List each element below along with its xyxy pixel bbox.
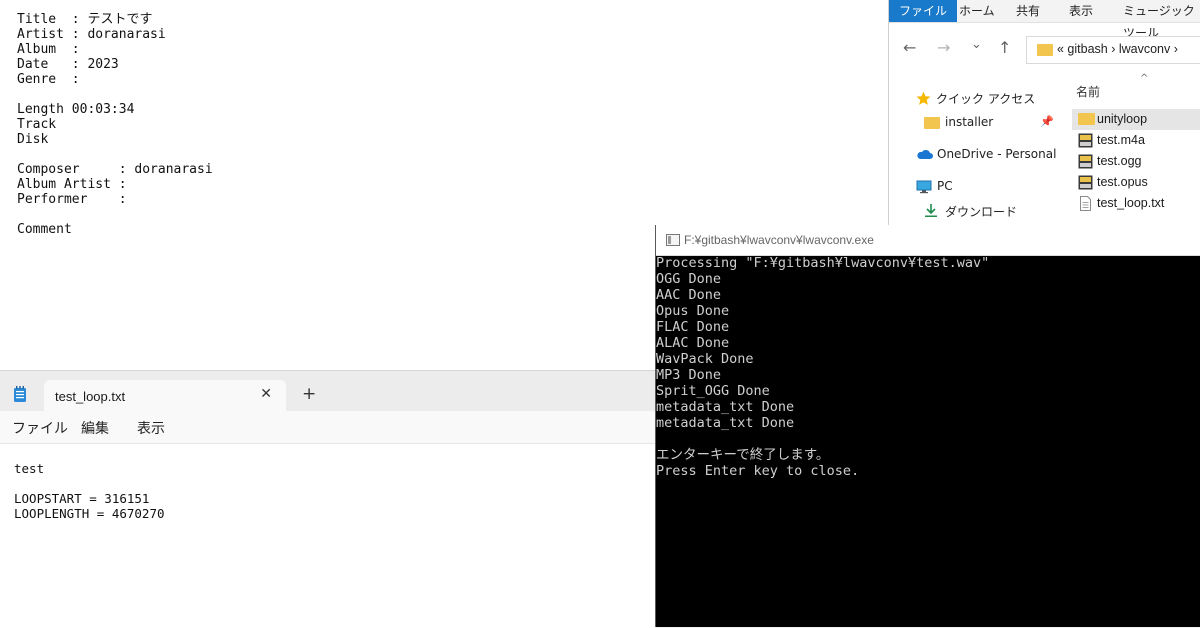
text-file-icon — [1080, 196, 1091, 211]
folder-icon — [924, 117, 940, 129]
console-app-icon — [666, 234, 680, 246]
nav-item-label: クイック アクセス — [936, 92, 1036, 106]
chevron-down-icon[interactable]: ⌄ — [971, 37, 982, 52]
notepad-menubar: ファイル 編集 表示 — [0, 411, 656, 444]
address-breadcrumb: « gitbash › lwavconv › — [1057, 42, 1178, 56]
file-name: unityloop — [1097, 112, 1148, 126]
explorer-window: ファイル ホーム 共有 表示 ミュージック ツール ← → ⌄ ↑ « gitb… — [888, 0, 1200, 225]
address-bar[interactable]: « gitbash › lwavconv › — [1026, 36, 1200, 64]
tab-title: test_loop.txt — [55, 389, 126, 404]
download-icon — [925, 204, 937, 217]
ribbon-tab-home[interactable]: ホーム — [959, 0, 995, 22]
cloud-icon — [917, 149, 933, 159]
menu-edit[interactable]: 編集 — [81, 418, 109, 438]
tab-test-loop[interactable]: test_loop.txt ✕ — [44, 380, 286, 411]
file-item-test-ogg[interactable]: test.ogg — [1072, 151, 1200, 172]
star-icon — [916, 91, 931, 105]
new-tab-button[interactable]: + — [302, 384, 316, 404]
file-name: test.ogg — [1097, 154, 1142, 168]
ribbon-tabs: ファイル ホーム 共有 表示 ミュージック ツール — [889, 0, 1200, 40]
folder-icon — [1078, 113, 1095, 125]
menu-view[interactable]: 表示 — [137, 418, 165, 438]
menu-file[interactable]: ファイル — [12, 418, 68, 438]
ribbon-tab-music-tools[interactable]: ミュージック ツール — [1123, 0, 1200, 40]
monitor-icon — [916, 180, 932, 194]
notepad-icon — [14, 386, 26, 402]
file-item-unityloop[interactable]: unityloop — [1072, 109, 1200, 130]
close-tab-icon[interactable]: ✕ — [260, 386, 272, 402]
file-item-test-loop-txt[interactable]: test_loop.txt — [1072, 193, 1200, 214]
sort-ascending-icon: ^ — [1140, 73, 1149, 84]
pin-icon: 📌 — [1040, 115, 1054, 128]
audio-file-icon — [1078, 154, 1093, 169]
file-name: test.m4a — [1097, 133, 1145, 147]
console-output[interactable]: Processing "F:¥gitbash¥lwavconv¥test.wav… — [656, 255, 989, 479]
ribbon-tab-file[interactable]: ファイル — [889, 0, 958, 22]
folder-icon — [1037, 44, 1053, 56]
file-name: test.opus — [1097, 175, 1148, 189]
column-header-name[interactable]: 名前 — [1076, 83, 1100, 100]
file-name: test_loop.txt — [1097, 196, 1165, 210]
nav-item-label: OneDrive - Personal — [937, 147, 1057, 161]
audio-file-icon — [1078, 175, 1093, 190]
back-arrow-icon[interactable]: ← — [903, 38, 916, 57]
console-title: F:¥gitbash¥lwavconv¥lwavconv.exe — [684, 233, 874, 247]
forward-arrow-icon[interactable]: → — [937, 38, 950, 57]
ribbon-tab-share[interactable]: 共有 — [1016, 0, 1040, 22]
file-item-test-m4a[interactable]: test.m4a — [1072, 130, 1200, 151]
up-arrow-icon[interactable]: ↑ — [998, 38, 1011, 57]
notepad-text-area[interactable]: test LOOPSTART = 316151 LOOPLENGTH = 467… — [14, 461, 165, 521]
notepad-titlebar: test_loop.txt ✕ + — [0, 371, 656, 411]
console-titlebar[interactable]: F:¥gitbash¥lwavconv¥lwavconv.exe — [656, 225, 1200, 256]
nav-item-label: ダウンロード — [945, 205, 1018, 219]
navigation-bar: ← → ⌄ ↑ « gitbash › lwavconv › — [889, 24, 1200, 70]
metadata-text[interactable]: Title : テストです Artist : doranarasi Album … — [17, 12, 213, 237]
ribbon-tab-view[interactable]: 表示 — [1069, 0, 1093, 22]
nav-item-label: installer — [945, 115, 994, 129]
audio-file-icon — [1078, 133, 1093, 148]
file-item-test-opus[interactable]: test.opus — [1072, 172, 1200, 193]
notepad-window: test_loop.txt ✕ + ファイル 編集 表示 test LOOPST… — [0, 370, 656, 628]
console-window: F:¥gitbash¥lwavconv¥lwavconv.exe Process… — [655, 225, 1200, 627]
nav-item-label: PC — [937, 179, 953, 193]
